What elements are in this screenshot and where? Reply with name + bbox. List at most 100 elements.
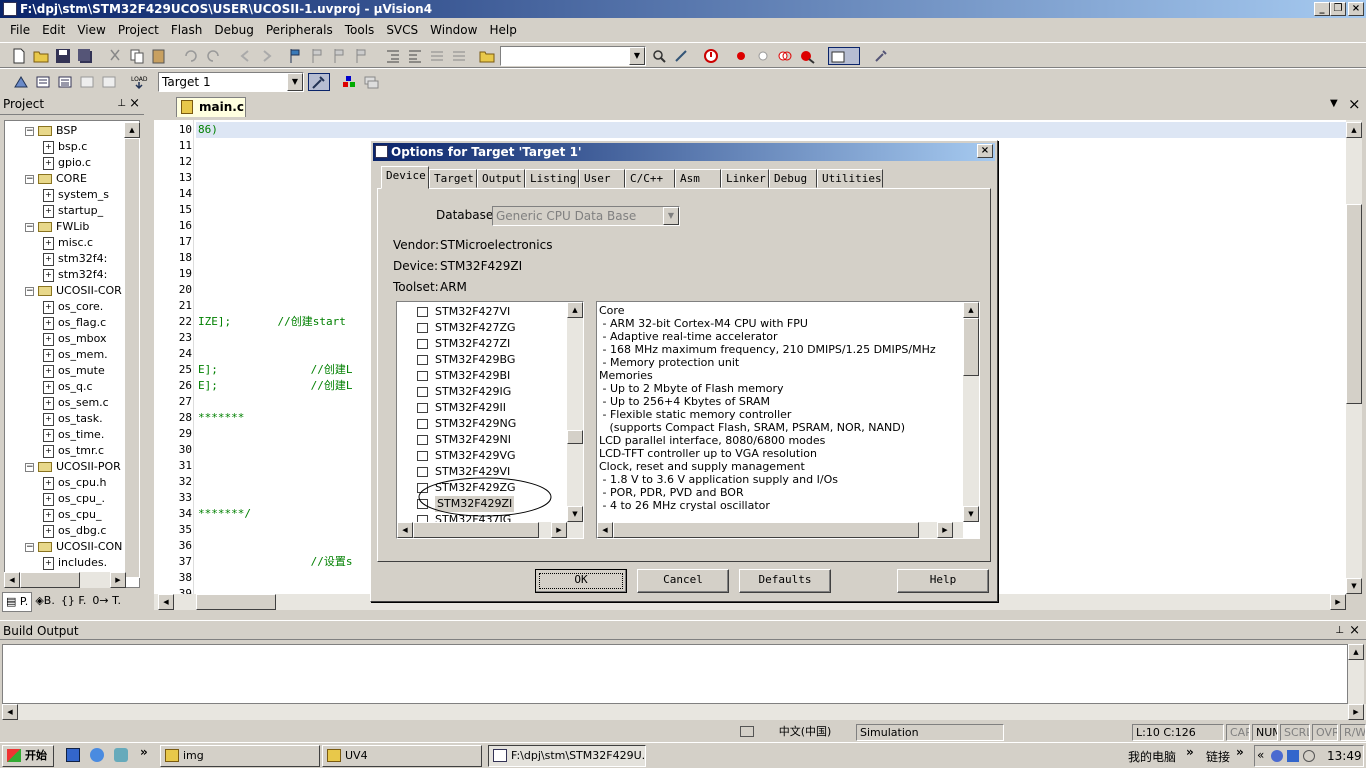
menu-debug[interactable]: Debug: [208, 23, 259, 37]
tray-expand-icon[interactable]: «: [1257, 748, 1264, 762]
disable-breakpoint-icon[interactable]: [754, 47, 772, 65]
tab-main-c[interactable]: main.c: [176, 97, 246, 117]
rebuild-icon[interactable]: [56, 73, 74, 91]
tree-file[interactable]: + os_q.c: [43, 379, 93, 395]
tab-c-c-[interactable]: C/C++: [625, 169, 675, 188]
collapse-icon[interactable]: −: [25, 462, 34, 472]
configure-icon[interactable]: [872, 47, 890, 65]
tree-file[interactable]: + os_task.: [43, 411, 103, 427]
ime-indicator[interactable]: 中文(中国): [592, 724, 852, 741]
translate-icon[interactable]: [12, 73, 30, 91]
scroll-thumb[interactable]: [1346, 204, 1362, 404]
tree-file[interactable]: + includes.: [43, 555, 107, 571]
build-output-vscroll[interactable]: ▲: [1348, 644, 1364, 704]
target-select[interactable]: Target 1 ▼: [158, 72, 304, 92]
tree-file[interactable]: + os_mem.: [43, 347, 108, 363]
chevron-down-icon[interactable]: ▼: [663, 207, 679, 225]
comment-icon[interactable]: [428, 47, 446, 65]
show-desktop-icon[interactable]: [66, 748, 80, 762]
task-uv4[interactable]: UV4: [322, 745, 482, 767]
window-layout-icon[interactable]: [828, 47, 860, 65]
new-file-icon[interactable]: [10, 47, 28, 65]
tree-file[interactable]: + os_cpu_.: [43, 491, 105, 507]
hscroll-thumb[interactable]: [196, 594, 276, 610]
download-icon[interactable]: LOAD: [130, 73, 148, 91]
tab-device[interactable]: Device: [381, 166, 429, 189]
description-hscroll[interactable]: ◀ ▶: [597, 522, 963, 538]
tree-group[interactable]: − UCOSII-POR: [25, 459, 121, 475]
tree-file[interactable]: + os_mbox: [43, 331, 107, 347]
collapse-icon[interactable]: −: [25, 542, 34, 552]
pin-icon[interactable]: ⊥: [1335, 621, 1344, 641]
manage-components-icon[interactable]: [340, 73, 358, 91]
cancel-button[interactable]: Cancel: [637, 569, 729, 593]
menu-svcs[interactable]: SVCS: [380, 23, 424, 37]
device-tree-hscroll[interactable]: ◀ ▶: [397, 522, 583, 538]
menu-tools[interactable]: Tools: [339, 23, 381, 37]
device-item[interactable]: STM32F427ZI: [417, 336, 510, 352]
tree-file[interactable]: + system_s: [43, 187, 109, 203]
defaults-button[interactable]: Defaults: [739, 569, 831, 593]
undo-icon[interactable]: [182, 47, 200, 65]
tab-target[interactable]: Target: [429, 169, 477, 188]
device-tree-vscroll[interactable]: ▲ ▼: [567, 302, 583, 522]
device-description[interactable]: Core - ARM 32-bit Cortex-M4 CPU with FPU…: [596, 301, 980, 539]
close-button[interactable]: ×: [1348, 2, 1364, 16]
device-item[interactable]: STM32F427ZG: [417, 320, 516, 336]
tree-file[interactable]: + stm32f4:: [43, 251, 107, 267]
tree-file[interactable]: + os_tmr.c: [43, 443, 104, 459]
menu-help[interactable]: Help: [483, 23, 522, 37]
ie-icon[interactable]: [90, 748, 104, 762]
device-tree[interactable]: STM32F427VI STM32F427ZG STM32F427ZI STM32F4…: [396, 301, 584, 539]
window-title-bar[interactable]: F:\dpj\stm\STM32F429UCOS\USER\UCOSII-1.u…: [0, 0, 1366, 18]
build-output-text[interactable]: [2, 644, 1348, 704]
tree-file[interactable]: + os_mute: [43, 363, 105, 379]
stop-build-icon[interactable]: [100, 73, 118, 91]
menu-window[interactable]: Window: [424, 23, 483, 37]
target-options-icon[interactable]: [308, 73, 330, 91]
tab-asm[interactable]: Asm: [675, 169, 721, 188]
tree-group[interactable]: − BSP: [25, 123, 77, 139]
tree-vertical-scrollbar[interactable]: ▲: [124, 122, 140, 578]
kill-all-breakpoints-icon[interactable]: [798, 47, 816, 65]
prev-bookmark-icon[interactable]: [308, 47, 326, 65]
disable-all-breakpoints-icon[interactable]: [776, 47, 794, 65]
chevron-down-icon[interactable]: ▼: [629, 47, 645, 65]
tree-file[interactable]: + os_cpu.h: [43, 475, 106, 491]
task-uvision[interactable]: F:\dpj\stm\STM32F429U...: [488, 745, 646, 767]
menu-edit[interactable]: Edit: [36, 23, 71, 37]
device-item[interactable]: STM32F429BG: [417, 352, 515, 368]
build-output-hscroll[interactable]: ◀ ▶: [2, 704, 1366, 720]
menu-peripherals[interactable]: Peripherals: [260, 23, 339, 37]
close-icon[interactable]: ×: [1349, 621, 1360, 641]
tree-file[interactable]: + bsp.c: [43, 139, 87, 155]
tab-templates[interactable]: 0→ T.: [89, 592, 124, 612]
dialog-close-button[interactable]: ×: [977, 144, 993, 158]
chevron-down-icon[interactable]: ▼: [287, 73, 303, 91]
copy-icon[interactable]: [128, 47, 146, 65]
editor-vertical-scrollbar[interactable]: ▲ ▼: [1346, 120, 1362, 594]
menu-flash[interactable]: Flash: [165, 23, 208, 37]
tray-shield-icon[interactable]: [1287, 750, 1299, 762]
quicklaunch-app-icon[interactable]: [114, 748, 128, 762]
close-icon[interactable]: ×: [129, 94, 140, 114]
find-icon[interactable]: [650, 47, 668, 65]
tab-project[interactable]: ▤ P.: [2, 592, 33, 612]
batch-build-icon[interactable]: [78, 73, 96, 91]
device-item[interactable]: STM32F429BI: [417, 368, 510, 384]
find-in-files-icon[interactable]: [478, 47, 496, 65]
tree-file[interactable]: + gpio.c: [43, 155, 91, 171]
select-packs-icon[interactable]: [362, 73, 380, 91]
collapse-icon[interactable]: −: [25, 286, 34, 296]
save-all-icon[interactable]: [76, 47, 94, 65]
indent-icon[interactable]: [384, 47, 402, 65]
tree-group[interactable]: − UCOSII-CON: [25, 539, 122, 555]
start-button[interactable]: 开始: [2, 745, 54, 767]
collapse-icon[interactable]: −: [25, 174, 34, 184]
device-item[interactable]: STM32F427VI: [417, 304, 510, 320]
device-item[interactable]: STM32F429II: [417, 400, 506, 416]
uncomment-icon[interactable]: [450, 47, 468, 65]
task-img[interactable]: img: [160, 745, 320, 767]
tab-listing[interactable]: Listing: [525, 169, 579, 188]
tree-group[interactable]: − CORE: [25, 171, 87, 187]
